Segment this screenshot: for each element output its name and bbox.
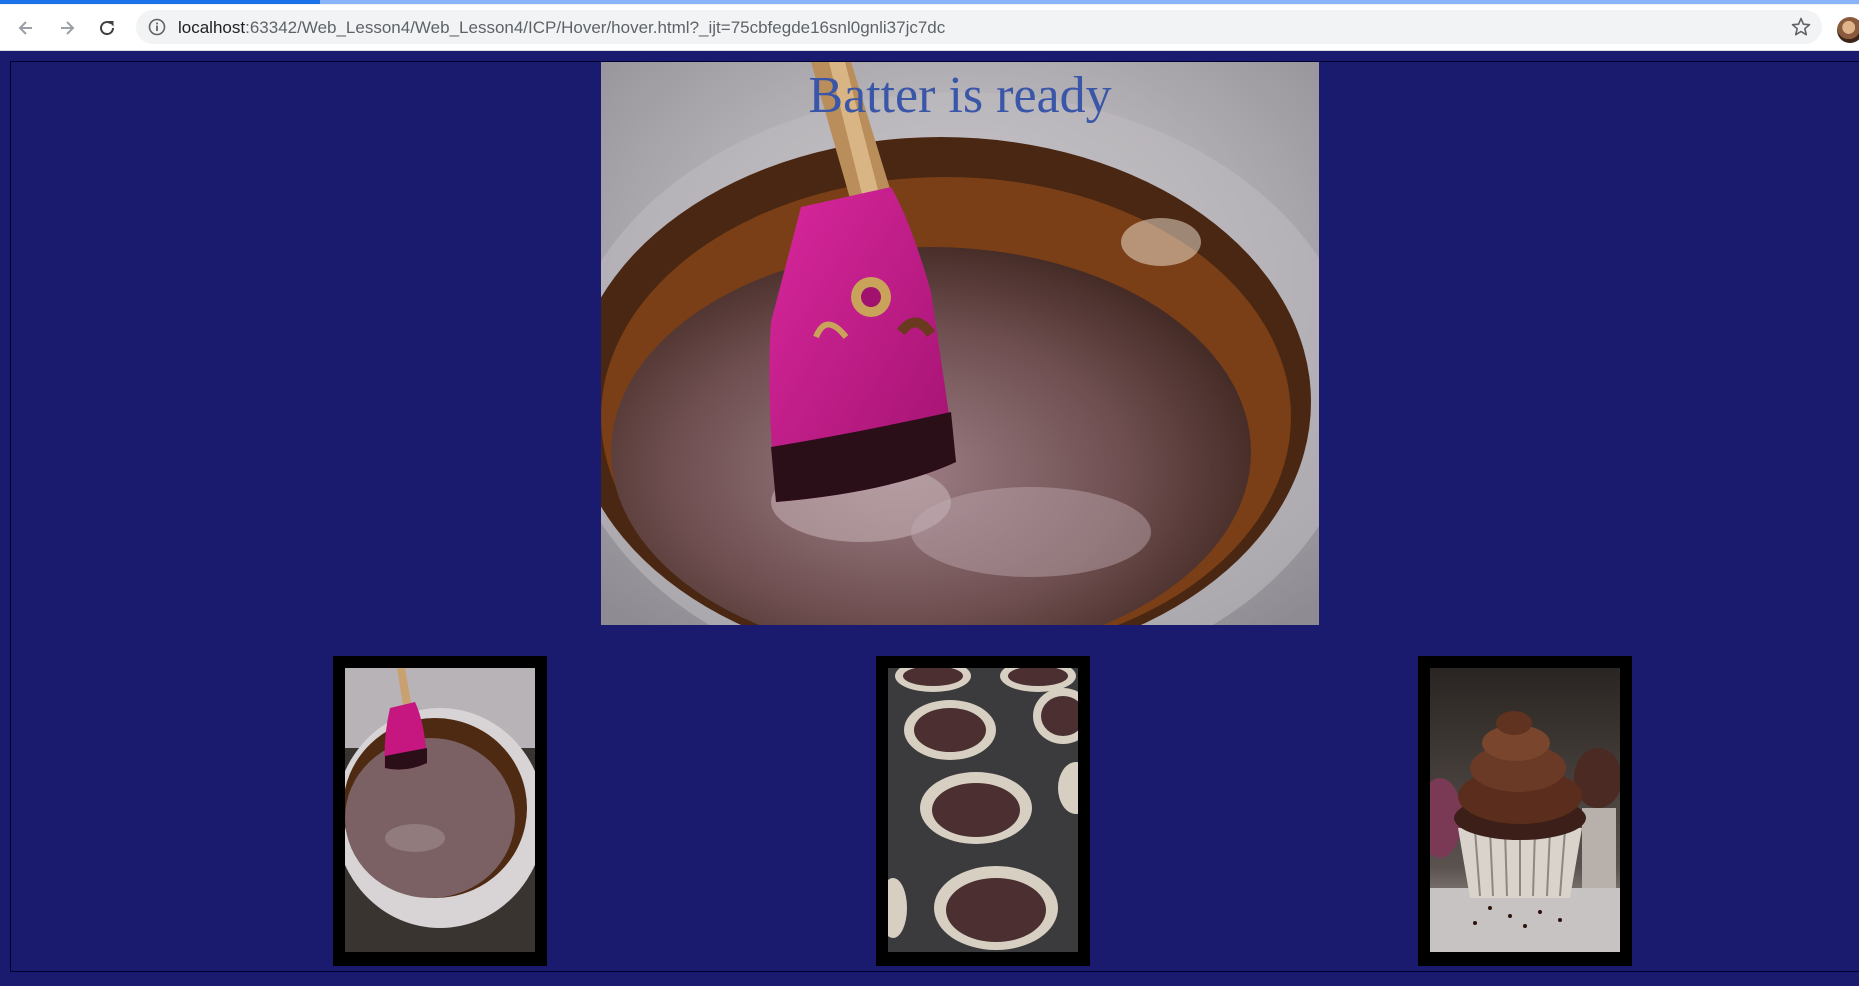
forward-arrow-icon [61,21,75,35]
thumbnail-muffin-tin[interactable] [876,656,1090,966]
hero-caption: Batter is ready [808,67,1112,124]
info-icon[interactable] [148,18,166,36]
address-bar[interactable]: localhost:63342/Web_Lesson4/Web_Lesson4/… [136,10,1822,44]
url-text[interactable]: localhost:63342/Web_Lesson4/Web_Lesson4/… [178,18,945,38]
page-viewport: Batter is ready [0,51,1859,986]
back-arrow-icon [18,21,32,35]
url-host: localhost [178,18,246,37]
browser-toolbar: localhost:63342/Web_Lesson4/Web_Lesson4/… [0,5,1859,51]
forward-button[interactable] [53,14,81,42]
hero-image[interactable]: Batter is ready [601,62,1319,625]
profile-avatar[interactable] [1837,17,1859,43]
bookmark-star-icon[interactable] [1790,16,1812,38]
batter-bowl-illustration [601,62,1319,625]
url-path: :63342/Web_Lesson4/Web_Lesson4/ICP/Hover… [245,18,946,37]
loading-progress-bar [0,0,320,4]
thumbnail-batter-image [345,668,535,952]
thumbnail-cupcake-image [1430,668,1620,952]
thumbnail-muffin-tin-image [888,668,1078,952]
thumbnail-batter[interactable] [333,656,547,966]
reload-icon [100,21,115,36]
thumbnail-cupcake[interactable] [1418,656,1632,966]
back-button[interactable] [12,14,40,42]
reload-button[interactable] [93,14,121,42]
loading-progress-bar-track [320,0,1859,4]
